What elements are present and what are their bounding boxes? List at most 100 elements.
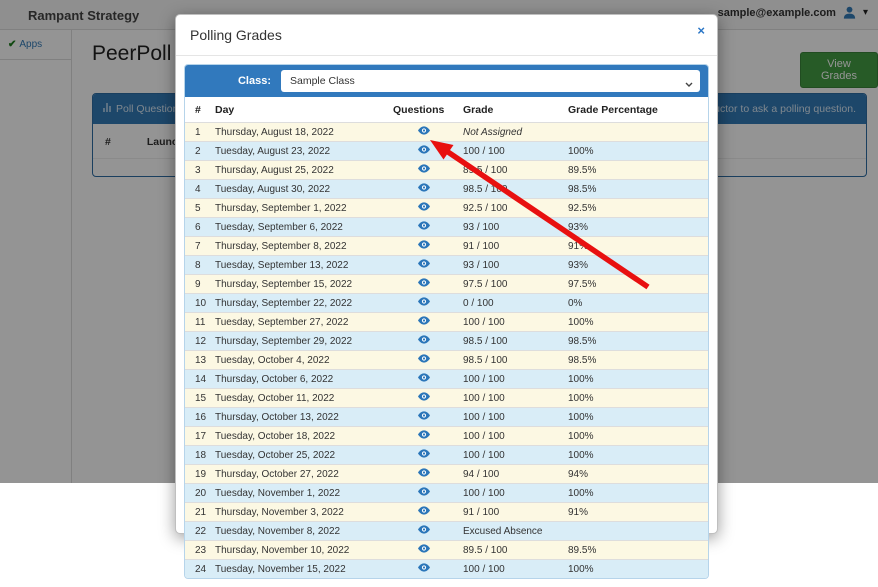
row-number: 6	[185, 218, 211, 237]
row-grade-percentage: 98.5%	[564, 351, 708, 370]
row-number: 9	[185, 275, 211, 294]
eye-icon[interactable]	[418, 240, 430, 249]
table-row: 24Tuesday, November 15, 2022100 / 100100…	[185, 560, 708, 579]
row-grade-percentage: 98.5%	[564, 332, 708, 351]
row-grade: 100 / 100	[459, 427, 564, 446]
row-day: Thursday, October 6, 2022	[211, 370, 389, 389]
grades-table-header: # Day Questions Grade Grade Percentage	[185, 97, 708, 123]
row-grade-percentage: 91%	[564, 503, 708, 522]
row-grade: 100 / 100	[459, 560, 564, 579]
row-questions-cell	[389, 408, 459, 427]
table-row: 7Thursday, September 8, 202291 / 10091%	[185, 237, 708, 256]
row-day: Tuesday, October 25, 2022	[211, 446, 389, 465]
close-icon[interactable]: ×	[697, 24, 705, 37]
eye-icon[interactable]	[418, 278, 430, 287]
eye-icon[interactable]	[418, 525, 430, 534]
row-grade-percentage: 92.5%	[564, 199, 708, 218]
row-day: Thursday, August 25, 2022	[211, 161, 389, 180]
row-number: 10	[185, 294, 211, 313]
row-grade-percentage	[564, 123, 708, 142]
row-questions-cell	[389, 522, 459, 541]
row-questions-cell	[389, 313, 459, 332]
row-grade: 91 / 100	[459, 503, 564, 522]
row-number: 2	[185, 142, 211, 161]
row-questions-cell	[389, 275, 459, 294]
eye-icon[interactable]	[418, 487, 430, 496]
eye-icon[interactable]	[418, 259, 430, 268]
row-number: 11	[185, 313, 211, 332]
row-grade: 89.5 / 100	[459, 541, 564, 560]
modal-header: Polling Grades ×	[176, 15, 717, 56]
eye-icon[interactable]	[418, 506, 430, 515]
row-grade: Excused Absence	[459, 522, 564, 541]
table-row: 22Tuesday, November 8, 2022Excused Absen…	[185, 522, 708, 541]
row-grade-percentage: 100%	[564, 142, 708, 161]
row-questions-cell	[389, 256, 459, 275]
class-label: Class:	[193, 75, 281, 87]
eye-icon[interactable]	[418, 392, 430, 401]
eye-icon[interactable]	[418, 335, 430, 344]
row-number: 20	[185, 484, 211, 503]
eye-icon[interactable]	[418, 354, 430, 363]
row-questions-cell	[389, 237, 459, 256]
eye-icon[interactable]	[418, 449, 430, 458]
row-grade-percentage: 0%	[564, 294, 708, 313]
row-grade: 98.5 / 100	[459, 180, 564, 199]
eye-icon[interactable]	[418, 221, 430, 230]
table-row: 8Tuesday, September 13, 202293 / 10093%	[185, 256, 708, 275]
eye-icon[interactable]	[418, 145, 430, 154]
eye-icon[interactable]	[418, 164, 430, 173]
row-day: Tuesday, November 1, 2022	[211, 484, 389, 503]
eye-icon[interactable]	[418, 297, 430, 306]
eye-icon[interactable]	[418, 316, 430, 325]
row-questions-cell	[389, 541, 459, 560]
table-row: 13Tuesday, October 4, 202298.5 / 10098.5…	[185, 351, 708, 370]
row-questions-cell	[389, 180, 459, 199]
row-grade: 94 / 100	[459, 465, 564, 484]
row-grade-percentage: 100%	[564, 446, 708, 465]
row-grade: 100 / 100	[459, 408, 564, 427]
row-grade: 100 / 100	[459, 484, 564, 503]
row-grade: 100 / 100	[459, 313, 564, 332]
row-grade: 100 / 100	[459, 142, 564, 161]
class-selector-bar: Class: Sample Class	[185, 65, 708, 97]
chevron-down-icon	[685, 78, 693, 90]
eye-icon[interactable]	[418, 202, 430, 211]
row-number: 18	[185, 446, 211, 465]
row-day: Tuesday, August 23, 2022	[211, 142, 389, 161]
row-grade: 91 / 100	[459, 237, 564, 256]
table-row: 23Thursday, November 10, 202289.5 / 1008…	[185, 541, 708, 560]
modal-title: Polling Grades	[190, 27, 703, 43]
row-grade: 0 / 100	[459, 294, 564, 313]
class-select[interactable]: Sample Class	[281, 70, 700, 92]
eye-icon[interactable]	[418, 411, 430, 420]
eye-icon[interactable]	[418, 126, 430, 135]
row-grade: 100 / 100	[459, 389, 564, 408]
table-row: 3Thursday, August 25, 202289.5 / 10089.5…	[185, 161, 708, 180]
eye-icon[interactable]	[418, 563, 430, 572]
eye-icon[interactable]	[418, 468, 430, 477]
row-number: 22	[185, 522, 211, 541]
row-questions-cell	[389, 142, 459, 161]
row-questions-cell	[389, 161, 459, 180]
row-questions-cell	[389, 351, 459, 370]
row-grade-percentage: 97.5%	[564, 275, 708, 294]
eye-icon[interactable]	[418, 544, 430, 553]
table-row: 21Thursday, November 3, 202291 / 10091%	[185, 503, 708, 522]
row-number: 8	[185, 256, 211, 275]
row-day: Tuesday, September 6, 2022	[211, 218, 389, 237]
row-number: 4	[185, 180, 211, 199]
row-day: Thursday, September 8, 2022	[211, 237, 389, 256]
table-row: 4Tuesday, August 30, 202298.5 / 10098.5%	[185, 180, 708, 199]
row-number: 12	[185, 332, 211, 351]
table-row: 11Tuesday, September 27, 2022100 / 10010…	[185, 313, 708, 332]
eye-icon[interactable]	[418, 430, 430, 439]
eye-icon[interactable]	[418, 183, 430, 192]
table-row: 2Tuesday, August 23, 2022 100 / 100100%	[185, 142, 708, 161]
eye-icon[interactable]	[418, 373, 430, 382]
col-number: #	[185, 97, 211, 123]
row-day: Tuesday, September 27, 2022	[211, 313, 389, 332]
col-grade: Grade	[459, 97, 564, 123]
row-grade-percentage: 93%	[564, 256, 708, 275]
table-row: 17Tuesday, October 18, 2022100 / 100100%	[185, 427, 708, 446]
